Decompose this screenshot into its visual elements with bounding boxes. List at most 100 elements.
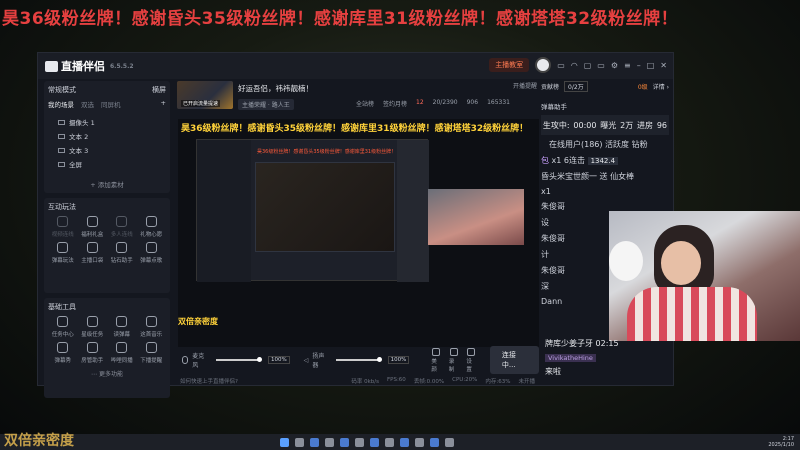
tool-gift-wish[interactable]: 礼物心愿	[137, 216, 167, 238]
chat-icon[interactable]: ▭	[557, 61, 565, 70]
speaker-volume-value[interactable]: 100%	[387, 356, 410, 364]
app-icon[interactable]	[370, 437, 379, 447]
stream-title[interactable]: 好运吾侣，祎祎靓楠！	[238, 83, 313, 94]
scene-item[interactable]: 全屏	[48, 157, 166, 171]
tool-danmaku-game[interactable]: 弹幕玩法	[48, 242, 78, 264]
streaming-app-window: 直播伴侣 6.5.5.2 主播教室 ▭ ◠ ▢ ▭ ⚙ ≡ – □ ✕ 常规模式…	[37, 52, 674, 398]
add-source-button[interactable]: + 添加素材	[48, 179, 166, 189]
tab-same-screen[interactable]: 同屏机	[101, 99, 121, 109]
mic-volume-value[interactable]: 100%	[268, 356, 290, 364]
minimize-icon[interactable]: –	[637, 61, 641, 70]
contribution-tab[interactable]: 贡献榜	[541, 82, 559, 91]
rank-monthly[interactable]: 签约月榜	[383, 99, 407, 108]
detail-link[interactable]: 详情 ›	[653, 82, 669, 91]
settings-icon[interactable]: ⚙	[611, 61, 618, 70]
live-reminder[interactable]: 开播提醒	[513, 81, 537, 90]
edge-icon[interactable]	[340, 437, 349, 447]
monitor-icon[interactable]: ▭	[597, 61, 605, 70]
plush-toy	[609, 241, 643, 281]
tool-room-admin[interactable]: 房管助手	[78, 342, 108, 364]
tool-video-link[interactable]: 视频连线	[48, 216, 78, 238]
store-icon[interactable]	[355, 437, 364, 447]
settings-button[interactable]: 设置	[466, 347, 476, 373]
stream-preview[interactable]: 昊36级粉丝牌！感谢昏头35级粉丝牌！感谢库里31级粉丝牌！感谢塔塔32级粉丝牌…	[178, 119, 539, 347]
title-bar-actions: 主播教室 ▭ ◠ ▢ ▭ ⚙ ≡ – □ ✕	[489, 57, 667, 73]
audio-controls: 麦克风 100% ◁ 扬声器 100% 美颜 录制 设置 连接中...	[176, 346, 540, 374]
gift-icon[interactable]: ▢	[584, 61, 592, 70]
explorer-icon[interactable]	[325, 437, 334, 447]
beauty-button[interactable]: 美颜	[431, 347, 441, 373]
tab-my-scenes[interactable]: 我的场景	[48, 99, 74, 109]
task-icon	[57, 316, 69, 327]
interactive-panel: 互动玩法 视频连线 福利礼盒 多人连线 礼物心愿 弹幕玩法 主播口袋 钻石助手 …	[44, 198, 170, 293]
speaker-volume-slider[interactable]	[335, 357, 382, 362]
interactive-title: 互动玩法	[48, 203, 76, 211]
connect-button[interactable]: 连接中...	[489, 346, 540, 374]
steam-icon[interactable]	[400, 437, 409, 447]
avatar[interactable]	[535, 57, 552, 73]
text-icon	[58, 147, 65, 153]
taskview-icon[interactable]	[310, 437, 319, 447]
orientation-toggle[interactable]: 横屏	[152, 85, 166, 95]
tool-read-danmaku[interactable]: 读弹幕	[107, 316, 137, 338]
scene-item[interactable]: 文本 2	[48, 129, 166, 143]
tutorial-button[interactable]: 主播教室	[489, 58, 530, 72]
bitrate-status: 码率 0kb/s	[351, 379, 379, 385]
beauty-icon	[432, 347, 441, 356]
app-icon[interactable]	[445, 437, 454, 447]
drop-status: 丢帧:0.00%	[413, 379, 445, 385]
stream-thumbnail[interactable]: 已开启流量提速	[177, 81, 233, 109]
tab-dual[interactable]: 双选	[81, 99, 94, 109]
mode-select[interactable]: 常规模式	[48, 85, 76, 95]
close-icon[interactable]: ✕	[660, 61, 667, 70]
rank-all[interactable]: 全站榜	[356, 99, 374, 108]
scene-item[interactable]: 摄像头 1	[48, 115, 166, 129]
tool-multi-link[interactable]: 多人连线	[107, 216, 137, 238]
help-link[interactable]: 如何快速上手直播伴侣?	[180, 377, 238, 385]
stream-category[interactable]: 主播荣耀 · 路人王	[238, 99, 294, 110]
app-icon[interactable]	[415, 437, 424, 447]
more-features-button[interactable]: ⋯ 更多功能	[48, 369, 166, 378]
nested-overlay-text: 昊36级粉丝牌！感谢昏头35级粉丝牌！感谢库里31级粉丝牌！	[257, 149, 397, 155]
music-icon	[145, 242, 157, 253]
tool-end-reminder[interactable]: 下播提醒	[137, 342, 167, 364]
text-icon	[58, 133, 65, 139]
gift-box-icon	[86, 216, 98, 227]
webcam-overlay	[609, 211, 800, 341]
tool-diamond-helper[interactable]: 钻石助手	[107, 242, 137, 264]
online-users[interactable]: 在线用户(186) 活跃度 钻粉	[541, 139, 669, 150]
headset-icon[interactable]: ◠	[571, 61, 578, 70]
overlay-chat: 牌库少姜子牙 02:15 VivikatheHine 来啦	[545, 338, 665, 381]
tool-streamer-pocket[interactable]: 主播口袋	[78, 242, 108, 264]
microphone-icon[interactable]	[182, 356, 189, 364]
viewers-stat: 20/2390	[432, 99, 458, 106]
chat-message[interactable]: 包 x1 6连击 1342.4	[541, 155, 669, 166]
scene-item[interactable]: 文本 3	[48, 143, 166, 157]
speaker-icon[interactable]: ◁	[304, 357, 309, 364]
maximize-icon[interactable]: □	[647, 61, 655, 70]
logo-icon	[45, 60, 58, 72]
app-icon[interactable]	[385, 437, 394, 447]
tool-song-request[interactable]: 弹幕点歌	[137, 242, 167, 264]
chat-message[interactable]: x1	[541, 187, 669, 196]
record-button[interactable]: 录制	[449, 347, 459, 373]
basic-tools-title: 基础工具	[48, 303, 76, 311]
tool-music[interactable]: 这首音乐	[137, 316, 167, 338]
clock[interactable]: 2:17 2025/1/10	[768, 436, 794, 448]
heart-icon	[145, 216, 157, 227]
chat-message[interactable]: 昏头米宝世颜一 送 仙女棒	[541, 171, 669, 182]
tool-welfare-box[interactable]: 福利礼盒	[78, 216, 108, 238]
tool-star-task[interactable]: 星级任务	[78, 316, 108, 338]
rank-number: 12	[416, 99, 424, 106]
title-bar: 直播伴侣 6.5.5.2 主播教室 ▭ ◠ ▢ ▭ ⚙ ≡ – □ ✕	[38, 53, 673, 79]
mic-volume-slider[interactable]	[215, 357, 263, 362]
app-icon[interactable]	[430, 437, 439, 447]
main-area: 已开启流量提速 好运吾侣，祎祎靓楠！ 主播荣耀 · 路人王 全站榜 签约月榜 1…	[176, 79, 540, 387]
menu-icon[interactable]: ≡	[624, 61, 631, 70]
tool-task-center[interactable]: 任务中心	[48, 316, 78, 338]
start-icon[interactable]	[280, 437, 289, 447]
add-scene-icon[interactable]: +	[161, 99, 166, 109]
search-icon[interactable]	[295, 437, 304, 447]
tool-danmaku-show[interactable]: 弹幕秀	[48, 342, 78, 364]
tool-simulcast[interactable]: 哔哩同播	[107, 342, 137, 364]
